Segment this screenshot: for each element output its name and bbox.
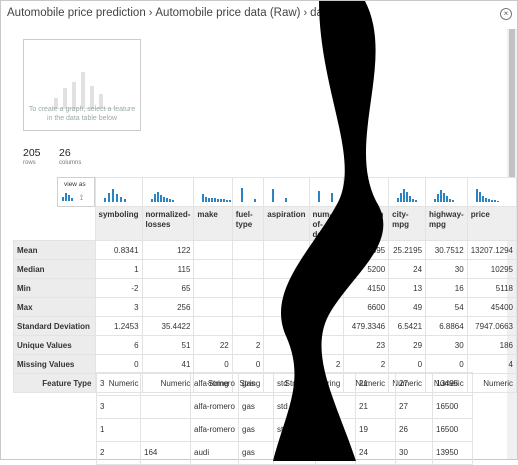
redaction-shape bbox=[273, 1, 384, 461]
